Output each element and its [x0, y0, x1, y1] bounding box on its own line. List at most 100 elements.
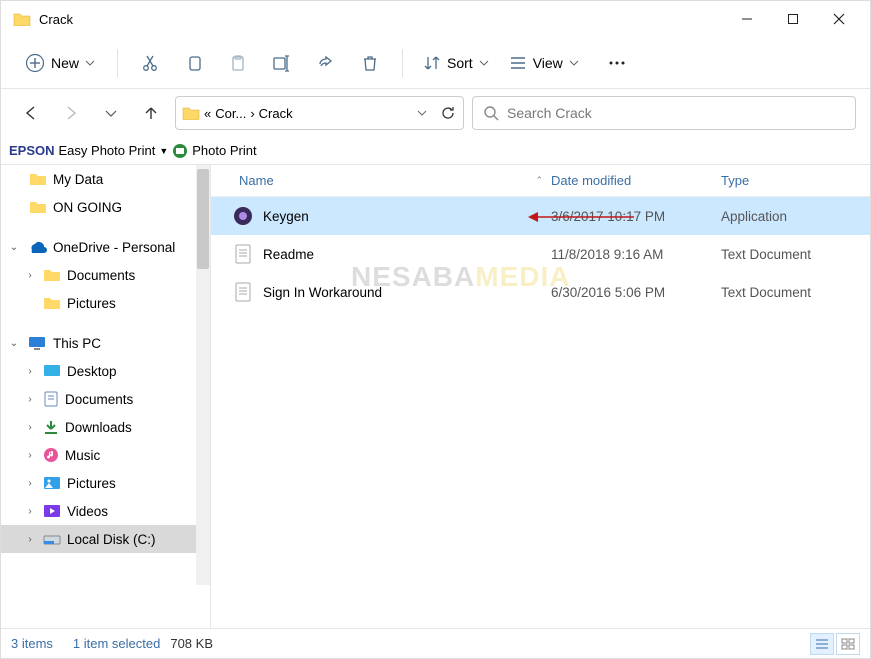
status-selected: 1 item selected — [73, 636, 160, 651]
chevron-right-icon[interactable]: › — [23, 422, 37, 433]
chevron-right-icon[interactable]: › — [23, 450, 37, 461]
tree-onedrive[interactable]: ⌄OneDrive - Personal — [1, 233, 210, 261]
print-icon — [172, 143, 188, 159]
file-type: Text Document — [721, 285, 870, 300]
tree-pictures[interactable]: Pictures — [1, 289, 210, 317]
tree-mydata[interactable]: My Data — [1, 165, 210, 193]
maximize-button[interactable] — [770, 3, 816, 35]
crumb-seg2[interactable]: Crack — [259, 106, 293, 121]
chevron-right-icon[interactable]: › — [23, 534, 37, 545]
copy-button[interactable] — [174, 45, 214, 81]
chevron-down-icon — [85, 58, 95, 68]
separator — [117, 49, 118, 77]
search-icon — [483, 105, 499, 121]
navbar: « Cor... › Crack Search Crack — [1, 89, 870, 137]
chevron-down-icon[interactable] — [417, 108, 427, 118]
content: My Data ON GOING ⌄OneDrive - Personal ›D… — [1, 165, 870, 628]
file-name: Keygen — [263, 209, 309, 224]
tree-thispc[interactable]: ⌄This PC — [1, 329, 210, 357]
back-button[interactable] — [15, 97, 47, 129]
close-button[interactable] — [816, 3, 862, 35]
tree-pictures2[interactable]: ›Pictures — [1, 469, 210, 497]
chevron-right-icon[interactable]: › — [23, 270, 37, 281]
file-date: 6/30/2016 5:06 PM — [551, 285, 721, 300]
epson-brand: EPSON — [9, 143, 55, 158]
folder-icon — [182, 106, 200, 120]
nav-tree: My Data ON GOING ⌄OneDrive - Personal ›D… — [1, 165, 211, 628]
view-label: View — [533, 55, 563, 71]
details-view-button[interactable] — [810, 633, 834, 655]
search-box[interactable]: Search Crack — [472, 96, 856, 130]
file-list: Name⌃ Date modified Type Keygen 3/6/2017… — [211, 165, 870, 628]
minimize-button[interactable] — [724, 3, 770, 35]
tree-videos[interactable]: ›Videos — [1, 497, 210, 525]
toolbar: New Sort View — [1, 37, 870, 89]
chevron-down-icon — [569, 58, 579, 68]
paste-button[interactable] — [218, 45, 258, 81]
file-type: Application — [721, 209, 870, 224]
chevron-right-icon[interactable]: › — [23, 506, 37, 517]
thumbnails-view-button[interactable] — [836, 633, 860, 655]
file-name: Sign In Workaround — [263, 285, 382, 300]
more-button[interactable] — [597, 45, 637, 81]
text-icon — [233, 282, 253, 302]
tree-localdisk[interactable]: ›Local Disk (C:) — [1, 525, 210, 553]
file-date: 11/8/2018 9:16 AM — [551, 247, 721, 262]
dropdown-icon[interactable]: ▼ — [159, 146, 168, 156]
file-type: Text Document — [721, 247, 870, 262]
header-type[interactable]: Type — [721, 165, 870, 196]
tree-ongoing[interactable]: ON GOING — [1, 193, 210, 221]
refresh-icon[interactable] — [439, 104, 457, 122]
share-button[interactable] — [306, 45, 346, 81]
status-size: 708 KB — [170, 636, 213, 651]
view-button[interactable]: View — [501, 49, 587, 77]
column-headers: Name⌃ Date modified Type — [211, 165, 870, 197]
rename-button[interactable] — [262, 45, 302, 81]
chevron-right-icon[interactable]: › — [23, 478, 37, 489]
new-label: New — [51, 55, 79, 71]
sort-caret-icon: ⌃ — [535, 175, 543, 186]
cut-button[interactable] — [130, 45, 170, 81]
tree-downloads[interactable]: ›Downloads — [1, 413, 210, 441]
chevron-right-icon[interactable]: › — [23, 366, 37, 377]
tree-music[interactable]: ›Music — [1, 441, 210, 469]
tree-documents2[interactable]: ›Documents — [1, 385, 210, 413]
chevron-right-icon[interactable]: › — [23, 394, 37, 405]
new-button[interactable]: New — [15, 47, 105, 79]
chevron-down-icon[interactable]: ⌄ — [7, 242, 21, 253]
crumb-seg1[interactable]: Cor... — [215, 106, 246, 121]
status-count: 3 items — [11, 636, 53, 651]
separator — [402, 49, 403, 77]
annotation-arrow-icon — [526, 209, 636, 225]
search-placeholder: Search Crack — [507, 105, 592, 121]
tree-documents[interactable]: ›Documents — [1, 261, 210, 289]
app-icon — [233, 206, 253, 226]
header-name[interactable]: Name⌃ — [211, 165, 551, 196]
epson-photo[interactable]: Photo Print — [192, 143, 256, 158]
epson-app[interactable]: Easy Photo Print — [59, 143, 156, 158]
file-row[interactable]: Sign In Workaround 6/30/2016 5:06 PM Tex… — [211, 273, 870, 311]
delete-button[interactable] — [350, 45, 390, 81]
crumb-ellipsis: « — [204, 106, 211, 121]
text-icon — [233, 244, 253, 264]
header-date[interactable]: Date modified — [551, 165, 721, 196]
recent-button[interactable] — [95, 97, 127, 129]
up-button[interactable] — [135, 97, 167, 129]
sort-button[interactable]: Sort — [415, 48, 497, 78]
crumb-sep: › — [250, 106, 254, 121]
titlebar: Crack — [1, 1, 870, 37]
file-name: Readme — [263, 247, 314, 262]
scrollbar-thumb[interactable] — [197, 169, 209, 269]
folder-icon — [13, 12, 31, 26]
sort-label: Sort — [447, 55, 473, 71]
epson-bar: EPSON Easy Photo Print ▼ Photo Print — [1, 137, 870, 165]
chevron-down-icon[interactable]: ⌄ — [7, 338, 21, 349]
window-title: Crack — [39, 12, 73, 27]
chevron-down-icon — [479, 58, 489, 68]
statusbar: 3 items 1 item selected 708 KB — [1, 628, 870, 658]
breadcrumb[interactable]: « Cor... › Crack — [175, 96, 464, 130]
file-row[interactable]: Readme 11/8/2018 9:16 AM Text Document — [211, 235, 870, 273]
tree-scrollbar[interactable] — [196, 165, 210, 585]
tree-desktop[interactable]: ›Desktop — [1, 357, 210, 385]
forward-button[interactable] — [55, 97, 87, 129]
